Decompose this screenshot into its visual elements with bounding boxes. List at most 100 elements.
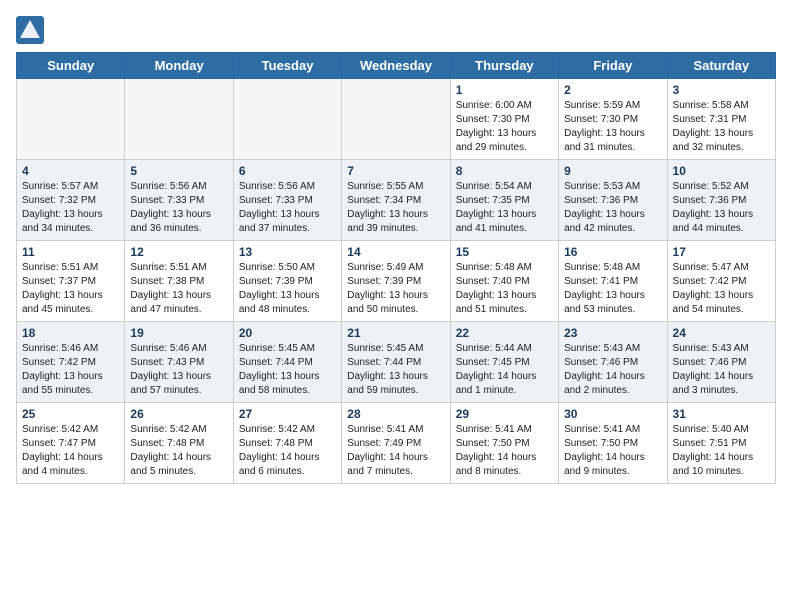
day-number: 14 xyxy=(347,245,444,259)
weekday-header: Tuesday xyxy=(233,53,341,79)
cell-content: Sunrise: 5:58 AMSunset: 7:31 PMDaylight:… xyxy=(673,99,770,155)
day-number: 3 xyxy=(673,83,770,97)
day-number: 31 xyxy=(673,407,770,421)
weekday-header: Friday xyxy=(559,53,667,79)
day-number: 26 xyxy=(130,407,227,421)
calendar-cell: 13 Sunrise: 5:50 AMSunset: 7:39 PMDayligh… xyxy=(233,241,341,322)
weekday-header: Saturday xyxy=(667,53,775,79)
calendar-cell: 27 Sunrise: 5:42 AMSunset: 7:48 PMDayligh… xyxy=(233,403,341,484)
day-number: 1 xyxy=(456,83,553,97)
calendar-week-row: 18Sunrise: 5:46 AMSunset: 7:42 PMDayligh… xyxy=(17,322,776,403)
weekday-header-row: SundayMondayTuesdayWednesdayThursdayFrid… xyxy=(17,53,776,79)
cell-content: Sunrise: 5:41 AMSunset: 7:49 PMDaylight:… xyxy=(347,423,444,479)
day-number: 20 xyxy=(239,326,336,340)
calendar-week-row: 1 Sunrise: 6:00 AMSunset: 7:30 PMDaylight… xyxy=(17,79,776,160)
calendar-cell: 18Sunrise: 5:46 AMSunset: 7:42 PMDayligh… xyxy=(17,322,125,403)
calendar-cell xyxy=(17,79,125,160)
day-number: 10 xyxy=(673,164,770,178)
day-number: 27 xyxy=(239,407,336,421)
weekday-header: Thursday xyxy=(450,53,558,79)
cell-content: Sunrise: 5:55 AMSunset: 7:34 PMDaylight:… xyxy=(347,180,444,236)
cell-content: Sunrise: 5:54 AMSunset: 7:35 PMDaylight:… xyxy=(456,180,553,236)
day-number: 17 xyxy=(673,245,770,259)
day-number: 19 xyxy=(130,326,227,340)
cell-content: Sunrise: 5:46 AMSunset: 7:43 PMDaylight:… xyxy=(130,342,227,398)
cell-content: Sunrise: 5:56 AMSunset: 7:33 PMDaylight:… xyxy=(239,180,336,236)
day-number: 6 xyxy=(239,164,336,178)
calendar-cell: 14 Sunrise: 5:49 AMSunset: 7:39 PMDayligh… xyxy=(342,241,450,322)
calendar-cell: 25 Sunrise: 5:42 AMSunset: 7:47 PMDayligh… xyxy=(17,403,125,484)
calendar-cell: 28 Sunrise: 5:41 AMSunset: 7:49 PMDayligh… xyxy=(342,403,450,484)
cell-content: Sunrise: 5:48 AMSunset: 7:41 PMDaylight:… xyxy=(564,261,661,317)
day-number: 16 xyxy=(564,245,661,259)
calendar-cell: 3 Sunrise: 5:58 AMSunset: 7:31 PMDaylight… xyxy=(667,79,775,160)
calendar-cell xyxy=(342,79,450,160)
cell-content: Sunrise: 5:45 AMSunset: 7:44 PMDaylight:… xyxy=(239,342,336,398)
calendar-cell: 2 Sunrise: 5:59 AMSunset: 7:30 PMDaylight… xyxy=(559,79,667,160)
calendar-week-row: 11Sunrise: 5:51 AMSunset: 7:37 PMDayligh… xyxy=(17,241,776,322)
day-number: 9 xyxy=(564,164,661,178)
day-number: 28 xyxy=(347,407,444,421)
logo-icon xyxy=(16,16,44,44)
cell-content: Sunrise: 5:40 AMSunset: 7:51 PMDaylight:… xyxy=(673,423,770,479)
calendar-cell: 17 Sunrise: 5:47 AMSunset: 7:42 PMDayligh… xyxy=(667,241,775,322)
cell-content: Sunrise: 5:49 AMSunset: 7:39 PMDaylight:… xyxy=(347,261,444,317)
calendar-cell: 7 Sunrise: 5:55 AMSunset: 7:34 PMDaylight… xyxy=(342,160,450,241)
day-number: 24 xyxy=(673,326,770,340)
calendar-cell: 21Sunrise: 5:45 AMSunset: 7:44 PMDayligh… xyxy=(342,322,450,403)
weekday-header: Wednesday xyxy=(342,53,450,79)
cell-content: Sunrise: 5:48 AMSunset: 7:40 PMDaylight:… xyxy=(456,261,553,317)
day-number: 8 xyxy=(456,164,553,178)
logo xyxy=(16,16,48,44)
cell-content: Sunrise: 5:42 AMSunset: 7:48 PMDaylight:… xyxy=(239,423,336,479)
calendar-cell: 16 Sunrise: 5:48 AMSunset: 7:41 PMDayligh… xyxy=(559,241,667,322)
calendar-cell: 31 Sunrise: 5:40 AMSunset: 7:51 PMDayligh… xyxy=(667,403,775,484)
day-number: 7 xyxy=(347,164,444,178)
day-number: 5 xyxy=(130,164,227,178)
day-number: 25 xyxy=(22,407,119,421)
cell-content: Sunrise: 5:45 AMSunset: 7:44 PMDaylight:… xyxy=(347,342,444,398)
calendar-week-row: 4Sunrise: 5:57 AMSunset: 7:32 PMDaylight… xyxy=(17,160,776,241)
cell-content: Sunrise: 5:51 AMSunset: 7:38 PMDaylight:… xyxy=(130,261,227,317)
calendar-cell: 24 Sunrise: 5:43 AMSunset: 7:46 PMDayligh… xyxy=(667,322,775,403)
calendar-week-row: 25 Sunrise: 5:42 AMSunset: 7:47 PMDayligh… xyxy=(17,403,776,484)
calendar-cell xyxy=(233,79,341,160)
day-number: 12 xyxy=(130,245,227,259)
calendar: SundayMondayTuesdayWednesdayThursdayFrid… xyxy=(16,52,776,484)
day-number: 23 xyxy=(564,326,661,340)
cell-content: Sunrise: 5:52 AMSunset: 7:36 PMDaylight:… xyxy=(673,180,770,236)
day-number: 15 xyxy=(456,245,553,259)
weekday-header: Sunday xyxy=(17,53,125,79)
cell-content: Sunrise: 5:53 AMSunset: 7:36 PMDaylight:… xyxy=(564,180,661,236)
calendar-cell: 5Sunrise: 5:56 AMSunset: 7:33 PMDaylight… xyxy=(125,160,233,241)
cell-content: Sunrise: 5:59 AMSunset: 7:30 PMDaylight:… xyxy=(564,99,661,155)
calendar-cell: 11Sunrise: 5:51 AMSunset: 7:37 PMDayligh… xyxy=(17,241,125,322)
calendar-cell: 12 Sunrise: 5:51 AMSunset: 7:38 PMDayligh… xyxy=(125,241,233,322)
cell-content: Sunrise: 5:47 AMSunset: 7:42 PMDaylight:… xyxy=(673,261,770,317)
calendar-cell: 9 Sunrise: 5:53 AMSunset: 7:36 PMDaylight… xyxy=(559,160,667,241)
cell-content: Sunrise: 5:41 AMSunset: 7:50 PMDaylight:… xyxy=(564,423,661,479)
page-header xyxy=(16,16,776,44)
cell-content: Sunrise: 5:43 AMSunset: 7:46 PMDaylight:… xyxy=(673,342,770,398)
day-number: 11 xyxy=(22,245,119,259)
cell-content: Sunrise: 5:44 AMSunset: 7:45 PMDaylight:… xyxy=(456,342,553,398)
day-number: 22 xyxy=(456,326,553,340)
calendar-cell: 10 Sunrise: 5:52 AMSunset: 7:36 PMDayligh… xyxy=(667,160,775,241)
calendar-cell: 29 Sunrise: 5:41 AMSunset: 7:50 PMDayligh… xyxy=(450,403,558,484)
weekday-header: Monday xyxy=(125,53,233,79)
calendar-cell: 15 Sunrise: 5:48 AMSunset: 7:40 PMDayligh… xyxy=(450,241,558,322)
calendar-cell: 22 Sunrise: 5:44 AMSunset: 7:45 PMDayligh… xyxy=(450,322,558,403)
calendar-cell: 30Sunrise: 5:41 AMSunset: 7:50 PMDayligh… xyxy=(559,403,667,484)
cell-content: Sunrise: 5:41 AMSunset: 7:50 PMDaylight:… xyxy=(456,423,553,479)
cell-content: Sunrise: 5:50 AMSunset: 7:39 PMDaylight:… xyxy=(239,261,336,317)
cell-content: Sunrise: 6:00 AMSunset: 7:30 PMDaylight:… xyxy=(456,99,553,155)
cell-content: Sunrise: 5:42 AMSunset: 7:47 PMDaylight:… xyxy=(22,423,119,479)
day-number: 29 xyxy=(456,407,553,421)
calendar-cell: 20 Sunrise: 5:45 AMSunset: 7:44 PMDayligh… xyxy=(233,322,341,403)
day-number: 2 xyxy=(564,83,661,97)
calendar-cell: 4Sunrise: 5:57 AMSunset: 7:32 PMDaylight… xyxy=(17,160,125,241)
cell-content: Sunrise: 5:43 AMSunset: 7:46 PMDaylight:… xyxy=(564,342,661,398)
cell-content: Sunrise: 5:42 AMSunset: 7:48 PMDaylight:… xyxy=(130,423,227,479)
calendar-cell: 26 Sunrise: 5:42 AMSunset: 7:48 PMDayligh… xyxy=(125,403,233,484)
day-number: 13 xyxy=(239,245,336,259)
